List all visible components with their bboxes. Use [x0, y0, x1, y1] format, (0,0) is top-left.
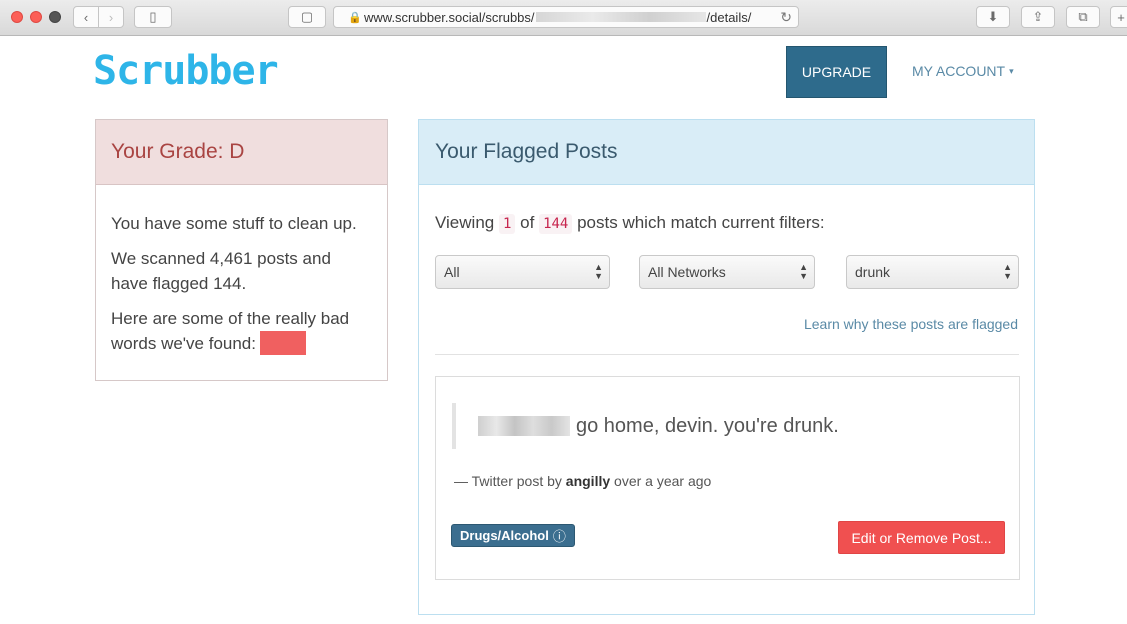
category-tag-label: Drugs/Alcohol	[460, 528, 549, 543]
flagged-posts-panel: Your Flagged Posts Viewing 1 of 144 post…	[418, 119, 1035, 615]
grade-title: Your Grade: D	[96, 120, 387, 185]
redacted-url-segment	[535, 12, 706, 22]
grade-line-cleanup: You have some stuff to clean up.	[111, 214, 357, 233]
word-filter-select[interactable]: drunk ▲ ▼	[846, 255, 1019, 289]
grade-line-scanned: We scanned 4,461 posts and have flagged …	[111, 249, 331, 293]
back-button[interactable]: ‹	[73, 6, 99, 28]
show-tabs-button[interactable]: ⧉	[1066, 6, 1100, 28]
viewing-summary: Viewing 1 of 144 posts which match curre…	[435, 213, 825, 234]
new-tab-button[interactable]: +	[1110, 6, 1127, 28]
browser-toolbar: ‹ › ▯ ▢ 🔒 www.scrubber.social/scrubbs/ /d…	[0, 0, 1127, 36]
post-quote: go home, devin. you're drunk.	[452, 403, 839, 449]
viewing-prefix: Viewing	[435, 213, 495, 232]
caret-down-icon: ▾	[1009, 66, 1014, 76]
viewing-suffix: posts which match current filters:	[577, 213, 825, 232]
lock-icon: 🔒	[348, 12, 362, 24]
category-tag-badge[interactable]: Drugs/Alcohol ⓘ	[451, 524, 575, 547]
post-attribution: — Twitter post by angilly over a year ag…	[454, 473, 711, 489]
sidebar-toggle-button[interactable]: ▯	[134, 6, 172, 28]
updown-arrows-icon: ▲ ▼	[594, 262, 603, 281]
downloads-button[interactable]: ⬇	[976, 6, 1010, 28]
my-account-label: MY ACCOUNT	[912, 63, 1006, 79]
edit-remove-post-button[interactable]: Edit or Remove Post...	[838, 521, 1005, 554]
page-icon: ▢	[300, 9, 314, 24]
tabs-icon: ⧉	[1078, 9, 1088, 24]
category-filter-select[interactable]: All ▲ ▼	[435, 255, 610, 289]
grade-summary: You have some stuff to clean up. We scan…	[96, 185, 387, 356]
reload-icon[interactable]: ↻	[780, 9, 792, 26]
site-logo[interactable]: Scrubber	[93, 48, 279, 94]
bad-words-label: Here are some of the really bad words we…	[111, 309, 350, 353]
attribution-suffix: over a year ago	[614, 473, 712, 489]
url-suffix: /details/	[706, 9, 752, 25]
divider	[435, 354, 1019, 355]
info-icon: ⓘ	[552, 529, 566, 544]
upgrade-button[interactable]: UPGRADE	[786, 46, 887, 98]
minimize-window-button[interactable]	[30, 11, 42, 23]
updown-arrows-icon: ▲ ▼	[1003, 262, 1012, 281]
viewing-current-count: 1	[498, 214, 516, 234]
category-filter-value: All	[444, 264, 460, 280]
viewing-of: of	[520, 213, 535, 232]
network-filter-select[interactable]: All Networks ▲ ▼	[639, 255, 815, 289]
learn-why-flagged-link[interactable]: Learn why these posts are flagged	[804, 316, 1018, 332]
address-bar[interactable]: 🔒 www.scrubber.social/scrubbs//details/ …	[333, 6, 799, 28]
grade-line-bad-words: Here are some of the really bad words we…	[111, 306, 372, 356]
download-icon: ⬇	[987, 9, 999, 24]
my-account-menu[interactable]: MY ACCOUNT ▾	[912, 63, 1014, 79]
chevron-left-icon: ‹	[83, 9, 89, 25]
updown-arrows-icon: ▲ ▼	[799, 262, 808, 281]
close-window-button[interactable]	[11, 11, 23, 23]
forward-button[interactable]: ›	[98, 6, 124, 28]
plus-icon: +	[1117, 9, 1125, 25]
flagged-post-card: go home, devin. you're drunk. — Twitter …	[435, 376, 1020, 580]
chevron-right-icon: ›	[108, 9, 114, 25]
post-text: go home, devin. you're drunk.	[576, 414, 839, 437]
url-prefix: www.scrubber.social/scrubbs/	[364, 9, 535, 25]
flagged-posts-title: Your Flagged Posts	[419, 120, 1034, 185]
share-icon: ⇪	[1032, 9, 1044, 24]
network-filter-value: All Networks	[648, 264, 726, 280]
attribution-prefix: — Twitter post by	[454, 473, 562, 489]
word-filter-value: drunk	[855, 264, 891, 280]
sidebar-icon: ▯	[149, 9, 157, 24]
redacted-mention	[478, 416, 570, 436]
grade-panel: Your Grade: D You have some stuff to cle…	[95, 119, 388, 381]
share-button[interactable]: ⇪	[1021, 6, 1055, 28]
post-author: angilly	[565, 473, 611, 489]
viewing-total-count: 144	[539, 214, 573, 234]
maximize-window-button[interactable]	[49, 11, 61, 23]
reader-button[interactable]: ▢	[288, 6, 326, 28]
redacted-bad-word	[260, 331, 306, 355]
